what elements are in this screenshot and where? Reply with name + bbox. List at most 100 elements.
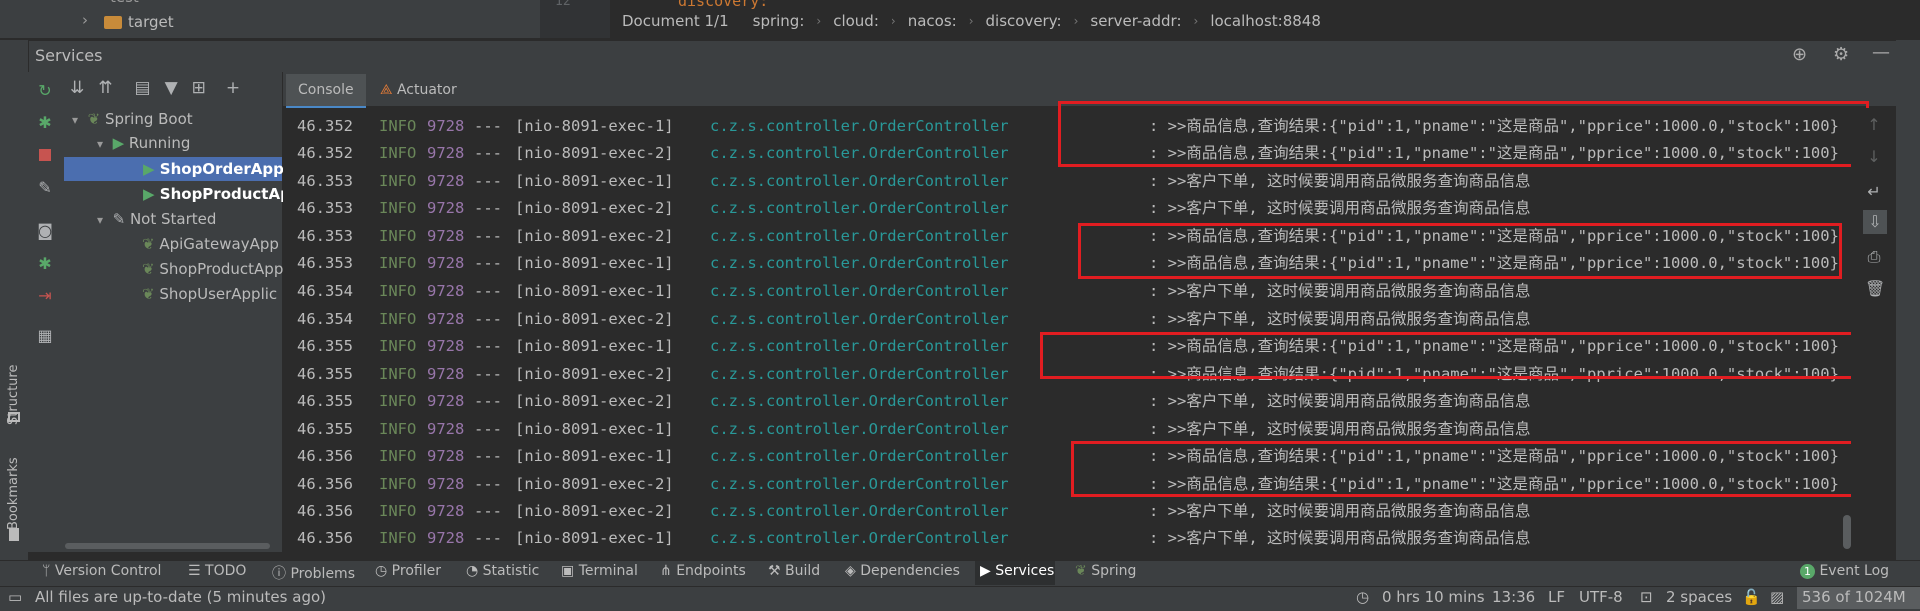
arrow-up-icon[interactable]: ↑ xyxy=(1865,116,1883,134)
tree-node-shop-product-app[interactable]: ❦ ShopProductApp xyxy=(142,257,283,281)
spring-boot-icon: ❦ xyxy=(142,235,155,253)
log-thread: [nio-8091-exec-1] xyxy=(515,337,674,355)
tree-node-shop-order[interactable]: ▶ ShopOrderAppl xyxy=(143,157,289,181)
debug-icon[interactable]: ✱ xyxy=(36,114,54,132)
rerun-icon[interactable]: ↻ xyxy=(36,82,54,100)
tree-horizontal-scrollbar[interactable] xyxy=(65,543,270,549)
log-level: INFO xyxy=(379,502,417,520)
layout-icon[interactable]: ▦ xyxy=(36,327,54,345)
log-level: INFO xyxy=(379,254,417,272)
tree-node-shop-product[interactable]: ▶ ShopProductAp xyxy=(143,182,291,206)
tree-node-shop-user[interactable]: ❦ ShopUserApplic xyxy=(142,282,277,306)
event-log-badge: 1 xyxy=(1800,564,1815,579)
log-pid: 9728 xyxy=(427,254,465,272)
filter-icon[interactable]: ▼ xyxy=(165,78,178,98)
status-timer[interactable]: 0 hrs 10 mins xyxy=(1382,588,1485,606)
tool-version-control[interactable]: ᛘ Version Control xyxy=(42,563,161,579)
tree-node-spring-boot[interactable]: ▾ ❦ Spring Boot xyxy=(72,107,193,131)
exit-icon[interactable]: ⇥ xyxy=(36,287,54,305)
breadcrumb-cloud[interactable]: cloud: xyxy=(821,12,891,30)
tool-spring[interactable]: ❦ Spring xyxy=(1075,563,1136,579)
notification-icon[interactable]: ▨ xyxy=(1770,588,1784,606)
log-separator: --- xyxy=(474,420,502,438)
status-position[interactable]: 13:36 xyxy=(1492,588,1535,606)
tool-dependencies[interactable]: ◈ Dependencies xyxy=(845,563,960,579)
debug-settings-icon[interactable]: ✱ xyxy=(36,255,54,273)
bookmarks-tab[interactable]: Bookmarks xyxy=(6,450,21,530)
wrench-icon[interactable]: ✎ xyxy=(36,179,54,197)
log-level: INFO xyxy=(379,199,417,217)
new-tab-icon[interactable]: ⊞ xyxy=(192,78,206,98)
status-encoding[interactable]: UTF-8 xyxy=(1579,588,1623,606)
minimize-icon[interactable]: — xyxy=(1872,42,1890,63)
tool-todo[interactable]: ☰ TODO xyxy=(188,563,246,579)
log-thread: [nio-8091-exec-2] xyxy=(515,365,674,383)
gear-icon[interactable]: ⚙ xyxy=(1833,44,1849,65)
breadcrumb-spring[interactable]: spring: xyxy=(741,12,817,30)
log-logger: c.z.s.controller.OrderController xyxy=(710,282,1009,300)
highlight-box xyxy=(1078,223,1842,279)
log-thread: [nio-8091-exec-2] xyxy=(515,227,674,245)
run-icon: ▶ xyxy=(143,160,155,178)
tool-problems[interactable]: ⓘ Problems xyxy=(272,563,355,583)
log-level: INFO xyxy=(379,282,417,300)
status-icon[interactable]: ▭ xyxy=(8,588,22,606)
log-thread: [nio-8091-exec-1] xyxy=(515,447,674,465)
console-vertical-scrollbar[interactable] xyxy=(1843,515,1851,549)
log-pid: 9728 xyxy=(427,282,465,300)
globe-icon[interactable]: ⊕ xyxy=(1792,44,1807,65)
tool-terminal[interactable]: ▣ Terminal xyxy=(561,563,638,579)
add-icon[interactable]: + xyxy=(226,78,240,98)
folder-icon xyxy=(104,16,122,29)
status-indent[interactable]: 2 spaces xyxy=(1666,588,1732,606)
breadcrumb-document[interactable]: Document 1/1 xyxy=(610,12,741,30)
memory-text: 536 of 1024M xyxy=(1802,588,1906,606)
tool-profiler[interactable]: ◷ Profiler xyxy=(375,563,441,579)
profiler-icon: ◷ xyxy=(375,563,388,579)
tool-build[interactable]: ⚒ Build xyxy=(768,563,820,579)
status-message[interactable]: All files are up-to-date (5 minutes ago) xyxy=(35,588,326,606)
tree-node-api-gateway[interactable]: ❦ ApiGatewayApp xyxy=(142,232,279,256)
arrow-down-icon[interactable]: ↓ xyxy=(1865,148,1883,166)
tool-label: TODO xyxy=(205,563,247,579)
tool-services[interactable]: ▶ Services xyxy=(980,563,1054,579)
log-level: INFO xyxy=(379,337,417,355)
tab-console[interactable]: Console xyxy=(286,74,366,109)
tree-item-target[interactable]: target xyxy=(128,13,174,31)
collapse-all-icon[interactable]: ⇈ xyxy=(98,78,112,98)
lock-icon[interactable]: 🔓 xyxy=(1742,588,1761,606)
soft-wrap-icon[interactable]: ↵ xyxy=(1865,183,1883,201)
status-line-separator[interactable]: LF xyxy=(1548,588,1565,606)
print-icon[interactable]: ⎙ xyxy=(1865,248,1883,266)
log-thread: [nio-8091-exec-1] xyxy=(515,172,674,190)
stop-icon[interactable] xyxy=(36,147,54,165)
tab-actuator[interactable]: ⟁ Actuator xyxy=(380,74,457,106)
tool-statistic[interactable]: ◔ Statistic xyxy=(466,563,539,579)
tree-node-not-started[interactable]: ▾ ✎ Not Started xyxy=(97,207,216,231)
log-level: INFO xyxy=(379,420,417,438)
tool-label: Statistic xyxy=(482,563,540,579)
log-separator: --- xyxy=(474,475,502,493)
scroll-to-end-icon[interactable]: ⇩ xyxy=(1863,210,1887,234)
tree-item-test[interactable]: test xyxy=(110,0,139,6)
breadcrumb-value[interactable]: localhost:8848 xyxy=(1198,12,1333,30)
structure-icon xyxy=(8,412,20,422)
breadcrumb-discovery[interactable]: discovery: xyxy=(974,12,1074,30)
timer-icon[interactable]: ◷ xyxy=(1356,588,1369,606)
chevron-right-icon[interactable]: › xyxy=(82,11,88,29)
tree-node-running[interactable]: ▾ ▶ Running xyxy=(97,131,190,155)
tool-event-log[interactable]: 1 Event Log xyxy=(1800,563,1889,579)
group-by-icon[interactable]: ▤ xyxy=(135,78,151,98)
tree-label: ShopProductAp xyxy=(159,185,291,203)
breadcrumb-nacos[interactable]: nacos: xyxy=(896,12,969,30)
breadcrumb-server-addr[interactable]: server-addr: xyxy=(1078,12,1193,30)
log-pid: 9728 xyxy=(427,172,465,190)
tool-endpoints[interactable]: ⋔ Endpoints xyxy=(660,563,746,579)
spring-icon: ❦ xyxy=(1075,563,1087,579)
tree-toolbar: ⇊ ⇈ ▤ ▼ ⊞ + xyxy=(70,78,240,98)
chevron-right-icon[interactable]: › xyxy=(84,0,89,5)
expand-all-icon[interactable]: ⇊ xyxy=(70,78,84,98)
right-tool-stripe xyxy=(1896,40,1920,560)
trash-icon[interactable]: 🗑 xyxy=(1865,280,1885,298)
camera-icon[interactable]: ◙ xyxy=(36,222,54,240)
